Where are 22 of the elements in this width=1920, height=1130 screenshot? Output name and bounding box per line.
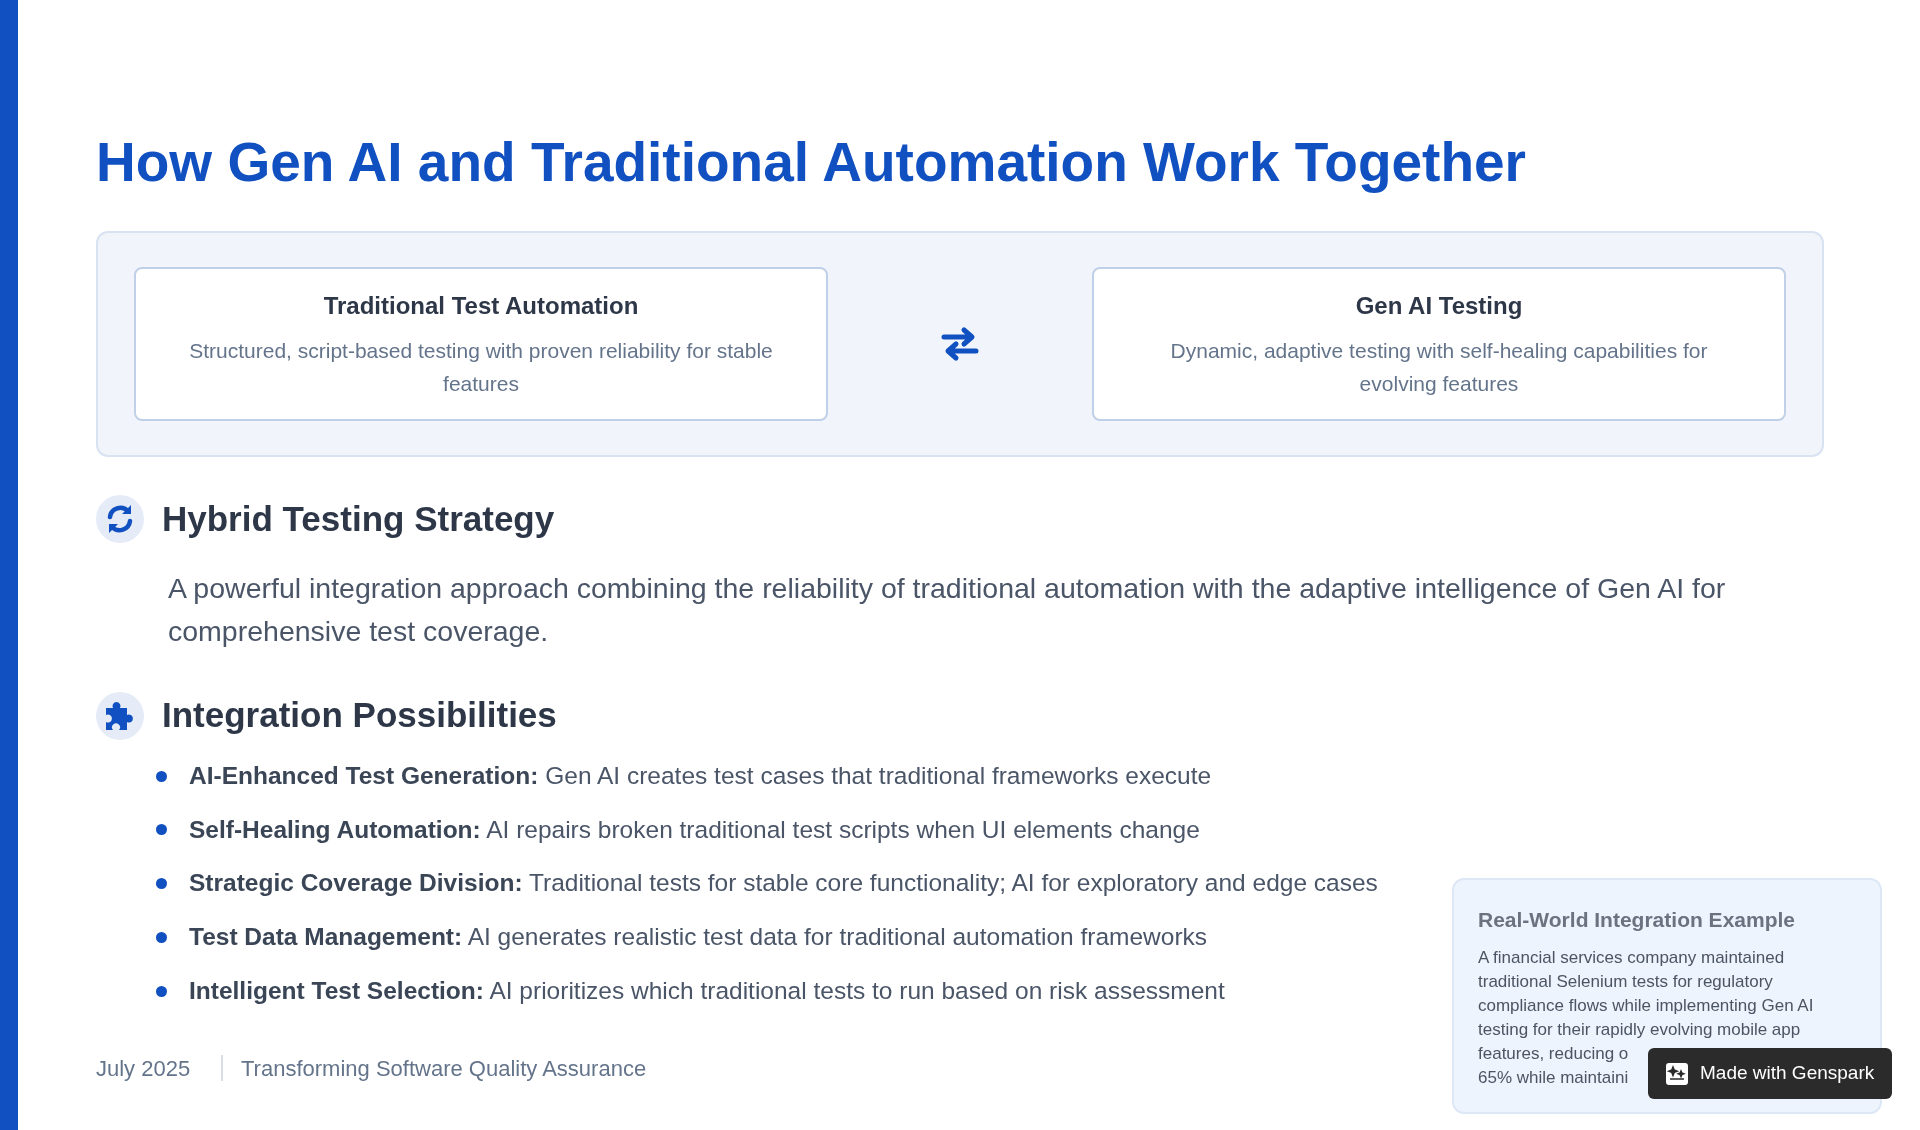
made-with-badge[interactable]: Made with Genspark [1648, 1048, 1893, 1099]
example-text: features, reducing o [1478, 1042, 1629, 1065]
section-paragraph: A powerful integration approach combining the reliability of traditional automation with the adaptive intelligence of Gen AI for comprehensive test coverage. [168, 571, 1727, 650]
card-title: Gen AI Testing [1355, 290, 1523, 321]
card-description: Structured, script-based testing with proven reliability for stable features [188, 337, 774, 397]
footer-subtitle: Transforming Software Quality Assurance [241, 1054, 647, 1083]
puzzle-piece-icon [96, 691, 144, 740]
example-title: Real-World Integration Example [1478, 907, 1796, 933]
card-title: Traditional Test Automation [323, 290, 639, 321]
slide-title: How Gen AI and Traditional Automation Work Together [96, 130, 1528, 195]
sparkle-icon [1666, 1062, 1688, 1085]
card-description: Dynamic, adaptive testing with self-healing capabilities for evolving features [1169, 337, 1709, 397]
section-heading: Integration Possibilities [162, 694, 557, 737]
bullet-text: Self-Healing Automation: AI repairs broken traditional test scripts when UI elements change [189, 814, 1200, 845]
bullet-text: Strategic Coverage Division: Traditional tests for stable core functionality; AI for exploratory and edge cases [189, 868, 1378, 899]
bullet-text: Intelligent Test Selection: AI prioritizes which traditional tests to run based on risk assessment [189, 975, 1225, 1006]
refresh-icon [96, 495, 144, 543]
bullet-text: Test Data Management: AI generates realistic test data for traditional automation frameworks [189, 922, 1208, 952]
footer-date: July 2025 [96, 1054, 192, 1083]
bullet-text: AI-Enhanced Test Generation: Gen AI creates test cases that traditional frameworks execute [189, 760, 1212, 791]
section-heading: Hybrid Testing Strategy [162, 497, 555, 540]
example-text: 65% while maintaini [1478, 1066, 1629, 1089]
